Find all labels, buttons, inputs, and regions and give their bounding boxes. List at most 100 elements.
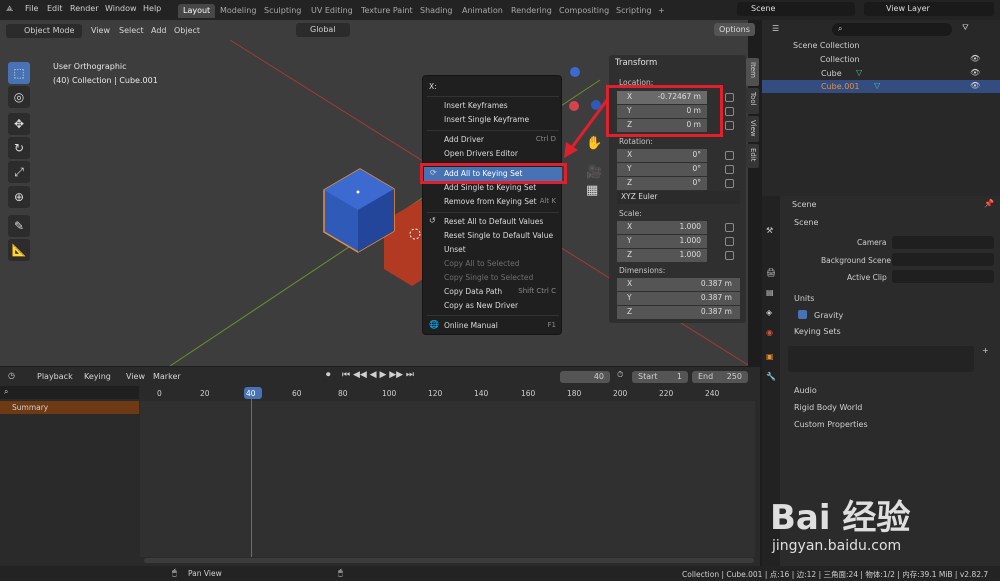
dimensions-x-field[interactable]: X 0.387 m (617, 278, 740, 291)
audio-section[interactable]: Audio (794, 386, 817, 395)
timeline-scrollbar[interactable] (144, 558, 754, 563)
world-icon[interactable]: ◉ (766, 328, 773, 337)
menu-item-insert-single-keyframe[interactable]: Insert Single Keyframe (444, 115, 529, 124)
rotation-mode-select[interactable]: XYZ Euler (617, 191, 740, 204)
menu-file[interactable]: File (25, 4, 38, 13)
menu-item-reset-single[interactable]: Reset Single to Default Value (444, 231, 553, 240)
rigid-body-section[interactable]: Rigid Body World (794, 403, 862, 412)
add-workspace-button[interactable]: + (653, 4, 670, 18)
menu-item-remove-from-keying-set[interactable]: Remove from Keying Set (444, 197, 537, 206)
rotation-z-field[interactable]: Z 0° (617, 177, 707, 190)
mode-selector[interactable]: Object Mode (6, 24, 82, 38)
timeline-menu-playback[interactable]: Playback (37, 372, 73, 381)
tab-uv-editing[interactable]: UV Editing (306, 4, 358, 18)
rotation-x-field[interactable]: X 0° (617, 149, 707, 162)
record-icon[interactable]: ⏺ (326, 370, 331, 380)
scene-icon[interactable]: ◈ (766, 308, 772, 317)
outliner-type-icon[interactable]: ☰ (772, 24, 779, 33)
lock-icon[interactable] (725, 237, 734, 246)
lock-icon[interactable] (725, 165, 734, 174)
menu-item-add-driver[interactable]: Add Driver (444, 135, 484, 144)
select-tool-icon[interactable]: ⬚ (8, 62, 30, 84)
options-button[interactable]: Options (714, 23, 755, 36)
menu-item-insert-keyframes[interactable]: Insert Keyframes (444, 101, 508, 110)
lock-icon[interactable] (725, 93, 734, 102)
tab-tool[interactable]: Tool (746, 88, 759, 114)
scale-x-field[interactable]: X 1.000 (617, 221, 707, 234)
scale-y-field[interactable]: Y 1.000 (617, 235, 707, 248)
dopesheet-area[interactable] (140, 401, 755, 557)
eye-icon[interactable]: 👁 (970, 81, 980, 90)
object-icon[interactable]: ▣ (766, 352, 774, 361)
viewport-menu-select[interactable]: Select (119, 26, 144, 35)
tab-rendering[interactable]: Rendering (506, 4, 557, 18)
output-icon[interactable]: 🖨 (766, 268, 776, 277)
rotate-tool-icon[interactable]: ↻ (8, 137, 30, 159)
timeline-menu-view[interactable]: View (126, 372, 145, 381)
tool-icon[interactable]: ⚒ (766, 226, 773, 235)
dimensions-z-field[interactable]: Z 0.387 m (617, 306, 740, 319)
scale-z-field[interactable]: Z 1.000 (617, 249, 707, 262)
view-layer-selector[interactable]: View Layer (864, 2, 994, 16)
tab-edit[interactable]: Edit (746, 144, 759, 168)
playback-controls[interactable]: ⏮ ◀◀ ◀ ▶ ▶▶ ⏭ (342, 370, 414, 380)
tab-modeling[interactable]: Modeling (215, 4, 261, 18)
lock-icon[interactable] (725, 107, 734, 116)
filter-icon[interactable]: ⛛ (962, 23, 969, 33)
scene-selector[interactable]: Scene (737, 2, 855, 16)
outliner-item-cube[interactable]: Cube (821, 69, 842, 78)
viewport-menu-object[interactable]: Object (174, 26, 200, 35)
dimensions-y-field[interactable]: Y 0.387 m (617, 292, 740, 305)
scale-tool-icon[interactable]: ⤢ (8, 161, 30, 183)
viewport-menu-view[interactable]: View (91, 26, 110, 35)
gravity-checkbox[interactable] (798, 310, 807, 319)
scene-collection-label[interactable]: Scene Collection (793, 41, 860, 50)
start-frame-field[interactable]: Start 1 (632, 371, 688, 383)
timeline-editor-icon[interactable]: ◷ (8, 371, 15, 380)
background-scene-field[interactable] (892, 253, 994, 266)
menu-edit[interactable]: Edit (47, 4, 63, 13)
move-tool-icon[interactable]: ✥ (8, 113, 30, 135)
menu-item-copy-as-new-driver[interactable]: Copy as New Driver (444, 301, 518, 310)
menu-help[interactable]: Help (143, 4, 161, 13)
summary-row[interactable]: Summary (0, 401, 139, 414)
active-clip-field[interactable] (892, 270, 994, 283)
tab-scripting[interactable]: Scripting (611, 4, 657, 18)
camera-field[interactable] (892, 236, 994, 249)
camera-view-icon[interactable]: 🎥 (586, 165, 602, 180)
modifier-icon[interactable]: 🔧 (766, 372, 776, 381)
transform-tool-icon[interactable]: ⊕ (8, 186, 30, 208)
timeline-menu-keying[interactable]: Keying (84, 372, 111, 381)
timeline-menu-marker[interactable]: Marker (153, 372, 181, 381)
keying-sets-list[interactable] (788, 346, 974, 372)
grid-view-icon[interactable]: ▦ (586, 183, 598, 198)
timeline-search[interactable]: ⌕ (0, 386, 139, 399)
lock-icon[interactable] (725, 179, 734, 188)
units-section[interactable]: Units (794, 294, 814, 303)
eye-icon[interactable]: 👁 (970, 54, 980, 63)
outliner-search[interactable]: ⌕ (832, 23, 952, 36)
tab-item[interactable]: Item (746, 58, 759, 86)
menu-render[interactable]: Render (70, 4, 98, 13)
menu-item-copy-data-path[interactable]: Copy Data Path (444, 287, 502, 296)
outliner-row-selected[interactable]: Cube.001 ▽ 👁 (762, 80, 1000, 93)
add-keying-set-button[interactable]: + (982, 346, 989, 355)
menu-item-open-drivers-editor[interactable]: Open Drivers Editor (444, 149, 518, 158)
menu-item-unset[interactable]: Unset (444, 245, 466, 254)
blender-logo-icon[interactable]: ⟁ (6, 4, 13, 14)
lock-icon[interactable] (725, 121, 734, 130)
tab-compositing[interactable]: Compositing (554, 4, 614, 18)
menu-window[interactable]: Window (105, 4, 137, 13)
view-layer-icon[interactable]: ▤ (766, 288, 774, 297)
tab-animation[interactable]: Animation (457, 4, 508, 18)
rotation-y-field[interactable]: Y 0° (617, 163, 707, 176)
tab-view[interactable]: View (746, 116, 759, 142)
keying-sets-section[interactable]: Keying Sets (794, 327, 841, 336)
tab-layout[interactable]: Layout (178, 4, 216, 18)
current-frame-field[interactable]: 40 (560, 371, 610, 383)
collection-label[interactable]: Collection (820, 55, 860, 64)
viewport-menu-add[interactable]: Add (151, 26, 167, 35)
custom-properties-section[interactable]: Custom Properties (794, 420, 868, 429)
lock-icon[interactable] (725, 223, 734, 232)
pin-icon[interactable]: 📌 (984, 199, 994, 208)
